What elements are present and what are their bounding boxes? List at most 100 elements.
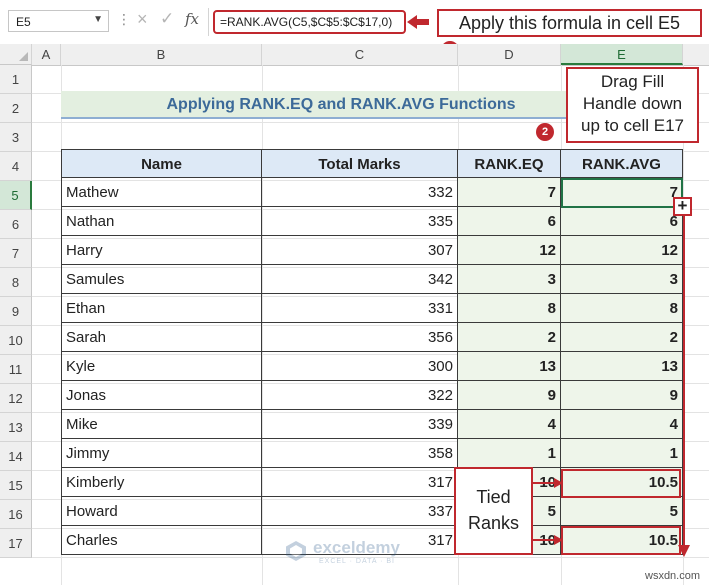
cell-name[interactable]: Jimmy	[61, 439, 262, 468]
cell-rank-eq[interactable]: 12	[458, 236, 561, 265]
drag-callout-line: up to cell E17	[580, 116, 684, 135]
step-2-badge: 2	[536, 123, 554, 141]
chevron-down-icon[interactable]: ▼	[93, 14, 103, 25]
cell-rank-avg[interactable]: 12	[561, 236, 683, 265]
cell-rank-eq[interactable]: 13	[458, 352, 561, 381]
name-box-value: E5	[16, 15, 31, 29]
insert-function-icon[interactable]: fx	[185, 10, 199, 28]
cell-rank-eq[interactable]: 9	[458, 381, 561, 410]
cell-total-marks[interactable]: 331	[262, 294, 458, 323]
cell-rank-avg[interactable]: 9	[561, 381, 683, 410]
enter-check-icon[interactable]: ✓	[160, 9, 174, 29]
cell-rank-avg[interactable]: 5	[561, 497, 683, 526]
cell-total-marks[interactable]: 300	[262, 352, 458, 381]
row-header-5[interactable]: 5	[0, 181, 32, 210]
row-header-7[interactable]: 7	[0, 239, 32, 268]
column-header-a[interactable]: A	[32, 44, 61, 65]
drag-callout-line: Drag Fill	[600, 72, 665, 91]
cell-total-marks[interactable]: 322	[262, 381, 458, 410]
row-header-15[interactable]: 15	[0, 471, 32, 500]
cell-rank-eq[interactable]: 7	[458, 178, 561, 207]
cell-rank-eq[interactable]: 1	[458, 439, 561, 468]
cell-rank-avg[interactable]: 4	[561, 410, 683, 439]
tied-callout-line: Ranks	[467, 513, 520, 533]
callout-arrow-icon	[407, 15, 429, 29]
column-header-b[interactable]: B	[61, 44, 262, 65]
cell-rank-avg[interactable]: 2	[561, 323, 683, 352]
row-header-8[interactable]: 8	[0, 268, 32, 297]
row-header-16[interactable]: 16	[0, 500, 32, 529]
cell-total-marks[interactable]: 342	[262, 265, 458, 294]
cell-total-marks[interactable]: 335	[262, 207, 458, 236]
cell-rank-avg[interactable]: 1	[561, 439, 683, 468]
header-total-marks[interactable]: Total Marks	[262, 149, 458, 178]
cell-rank-avg[interactable]: 3	[561, 265, 683, 294]
cell-name[interactable]: Sarah	[61, 323, 262, 352]
row-header-12[interactable]: 12	[0, 384, 32, 413]
select-all-triangle-icon	[19, 52, 28, 61]
tied-rank-highlight	[561, 526, 681, 555]
cell-name[interactable]: Harry	[61, 236, 262, 265]
row-header-14[interactable]: 14	[0, 442, 32, 471]
row-header-13[interactable]: 13	[0, 413, 32, 442]
fill-handle-cursor-icon: +	[673, 196, 692, 216]
row-header-17[interactable]: 17	[0, 529, 32, 558]
column-header-e[interactable]: E	[561, 44, 683, 65]
name-box[interactable]: E5 ▼	[8, 10, 109, 32]
more-dots-icon[interactable]: ⋮	[117, 11, 131, 28]
column-header-d[interactable]: D	[458, 44, 561, 65]
cell-name[interactable]: Samules	[61, 265, 262, 294]
cell-name[interactable]: Ethan	[61, 294, 262, 323]
cell-name[interactable]: Jonas	[61, 381, 262, 410]
sheet-title: Applying RANK.EQ and RANK.AVG Functions	[166, 96, 516, 113]
header-rank-avg[interactable]: RANK.AVG	[561, 149, 683, 178]
cell-rank-eq[interactable]: 2	[458, 323, 561, 352]
cell-rank-eq[interactable]: 4	[458, 410, 561, 439]
cell-total-marks[interactable]: 358	[262, 439, 458, 468]
cell-total-marks[interactable]: 356	[262, 323, 458, 352]
active-cell-selection	[561, 178, 683, 208]
cell-name[interactable]: Howard	[61, 497, 262, 526]
cell-total-marks[interactable]: 339	[262, 410, 458, 439]
cell-total-marks[interactable]: 337	[262, 497, 458, 526]
cancel-icon[interactable]: ×	[137, 9, 148, 30]
cell-total-marks[interactable]: 317	[262, 468, 458, 497]
watermark-tagline: EXCEL · DATA · BI	[319, 558, 395, 565]
formula-input[interactable]: =RANK.AVG(C5,$C$5:$C$17,0)	[213, 10, 406, 34]
row-header-11[interactable]: 11	[0, 355, 32, 384]
drag-down-arrow-icon	[678, 212, 690, 557]
tied-ranks-callout: Tied Ranks	[454, 467, 533, 555]
cell-total-marks[interactable]: 332	[262, 178, 458, 207]
cell-name[interactable]: Kimberly	[61, 468, 262, 497]
tied-rank-highlight	[561, 469, 681, 498]
cell-name[interactable]: Kyle	[61, 352, 262, 381]
formula-bar-divider	[208, 8, 209, 36]
cell-name[interactable]: Nathan	[61, 207, 262, 236]
header-rank-eq[interactable]: RANK.EQ	[458, 149, 561, 178]
cell-rank-avg[interactable]: 13	[561, 352, 683, 381]
cell-rank-eq[interactable]: 3	[458, 265, 561, 294]
cell-rank-eq[interactable]: 8	[458, 294, 561, 323]
header-name[interactable]: Name	[61, 149, 262, 178]
cell-total-marks[interactable]: 307	[262, 236, 458, 265]
exceldemy-logo-icon	[286, 541, 306, 561]
row-header-4[interactable]: 4	[0, 152, 32, 181]
cell-name[interactable]: Charles	[61, 526, 262, 555]
row-header-10[interactable]: 10	[0, 326, 32, 355]
watermark: exceldemy EXCEL · DATA · BI	[285, 538, 445, 572]
cell-rank-eq[interactable]: 6	[458, 207, 561, 236]
cell-rank-avg[interactable]: 8	[561, 294, 683, 323]
cell-name[interactable]: Mathew	[61, 178, 262, 207]
cell-name[interactable]: Mike	[61, 410, 262, 439]
select-all-corner[interactable]	[0, 44, 32, 65]
column-header-c[interactable]: C	[262, 44, 458, 65]
row-header-3[interactable]: 3	[0, 123, 32, 152]
row-header-2[interactable]: 2	[0, 94, 32, 123]
drag-callout-line: Handle down	[582, 94, 683, 113]
tied-ranks-arrows-icon	[530, 478, 563, 545]
cell-rank-avg[interactable]: 6	[561, 207, 683, 236]
row-header-9[interactable]: 9	[0, 297, 32, 326]
row-header-1[interactable]: 1	[0, 65, 32, 94]
row-header-6[interactable]: 6	[0, 210, 32, 239]
column-header-f[interactable]	[683, 44, 709, 65]
